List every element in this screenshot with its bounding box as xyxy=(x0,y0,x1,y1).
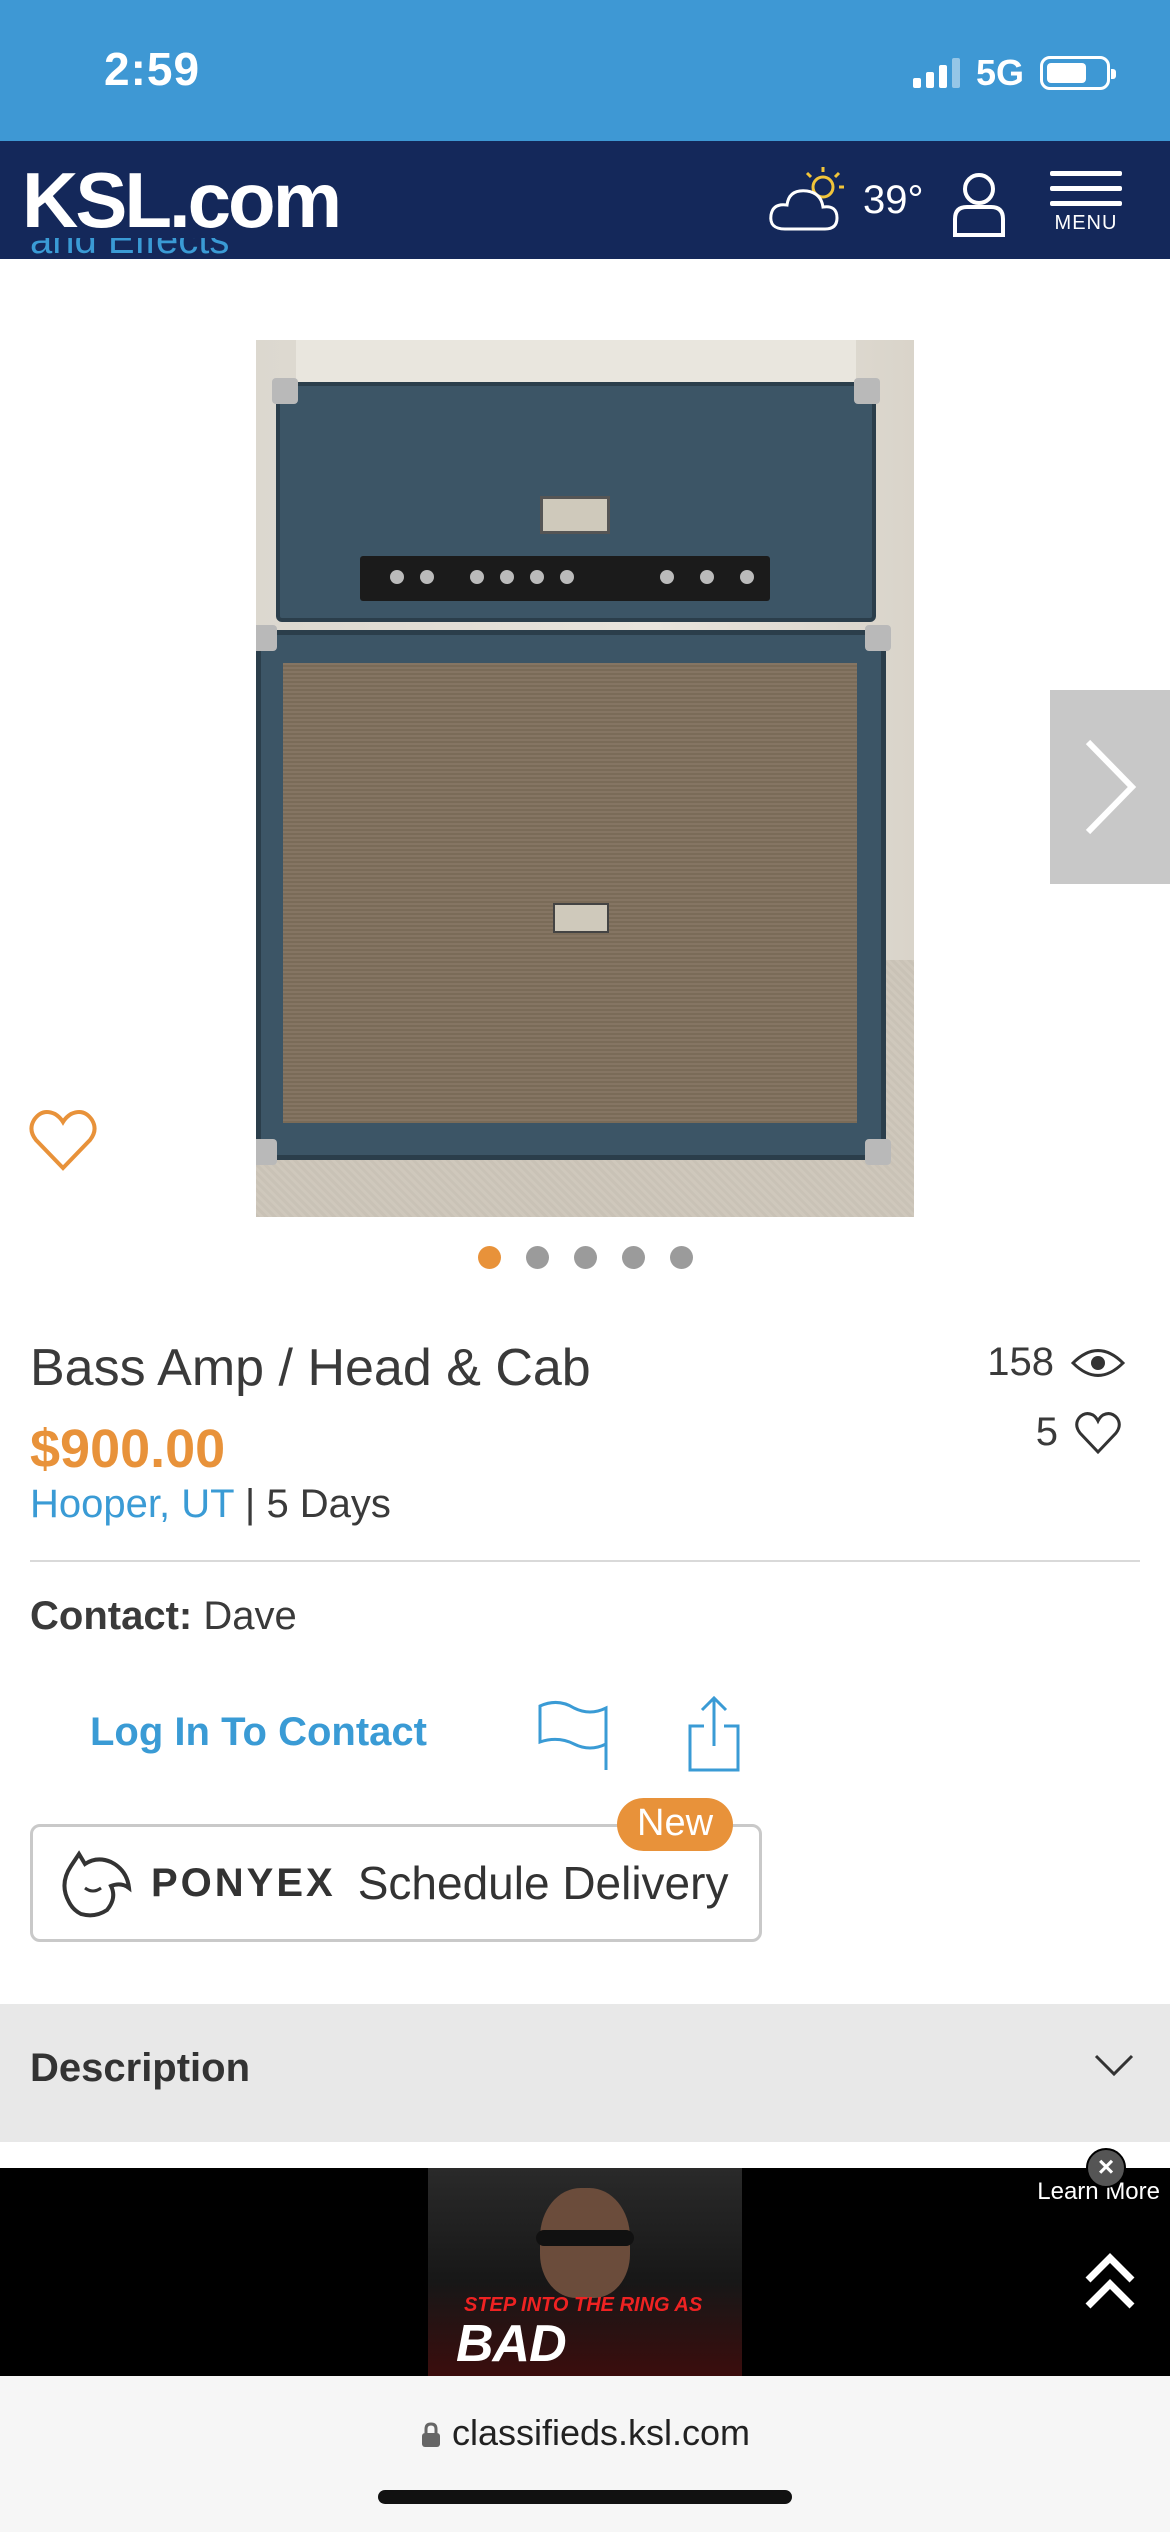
user-icon xyxy=(953,173,1005,237)
view-count: 158 xyxy=(987,1340,1126,1385)
listing-title: Bass Amp / Head & Cab xyxy=(30,1339,591,1397)
login-to-contact-button[interactable]: Log In To Contact xyxy=(90,1710,427,1755)
favorite-count: 5 xyxy=(1036,1410,1122,1455)
chevron-right-icon xyxy=(1085,739,1137,835)
home-indicator[interactable] xyxy=(378,2490,792,2504)
pagination-dot[interactable] xyxy=(477,1246,501,1269)
status-time: 2:59 xyxy=(104,43,201,95)
description-accordion[interactable]: Description xyxy=(0,2004,1170,2142)
listing-meta: Hooper, UT | 5 Days xyxy=(30,1482,391,1526)
amp-logo-badge xyxy=(540,496,610,534)
amp-head xyxy=(272,378,880,622)
browser-address-bar[interactable]: classifieds.ksl.com xyxy=(0,2376,1170,2532)
share-icon xyxy=(688,1695,740,1772)
double-chevron-up-icon xyxy=(1085,2253,1135,2309)
temperature: 39° xyxy=(863,177,924,222)
share-button[interactable] xyxy=(686,1694,742,1779)
description-label: Description xyxy=(30,2046,251,2090)
chevron-down-icon xyxy=(1094,2054,1134,2077)
next-photo-button[interactable] xyxy=(1050,690,1170,884)
heart-outline-icon xyxy=(1075,1411,1121,1454)
listing-location[interactable]: Hooper, UT xyxy=(30,1482,234,1526)
pagination-dot[interactable] xyxy=(669,1246,693,1269)
favorite-button[interactable] xyxy=(28,1108,98,1177)
heart-icon xyxy=(29,1110,97,1171)
menu-label: MENU xyxy=(1054,212,1118,234)
status-indicators: 5G xyxy=(912,52,1116,94)
divider xyxy=(30,1560,1140,1562)
speaker-cabinet xyxy=(256,625,891,1165)
ad-banner[interactable]: STEP INTO THE RING AS BAD BUNNY Learn Mo… xyxy=(0,2148,1170,2376)
ad-close-button[interactable]: × xyxy=(1086,2148,1126,2188)
ponyex-logo-icon xyxy=(62,1850,132,1918)
ksl-logo[interactable]: KSL.com xyxy=(22,155,342,246)
report-button[interactable] xyxy=(536,1700,612,1777)
account-button[interactable] xyxy=(950,171,1008,242)
listing-price: $900.00 xyxy=(30,1419,226,1479)
new-badge: New xyxy=(617,1798,734,1851)
signal-icon xyxy=(912,58,960,88)
pagination-dot[interactable] xyxy=(621,1246,645,1269)
listing-age: 5 Days xyxy=(266,1482,391,1526)
expand-ad-button[interactable] xyxy=(1082,2252,1138,2317)
ad-headline: BAD BUNNY xyxy=(456,2315,637,2376)
hamburger-icon xyxy=(1050,171,1122,206)
schedule-delivery-label: Schedule Delivery xyxy=(357,1857,729,1909)
status-bar: 2:59 5G xyxy=(0,0,1170,141)
url-display[interactable]: classifieds.ksl.com xyxy=(0,2412,1170,2454)
pagination-dot[interactable] xyxy=(525,1246,549,1269)
pagination-dot[interactable] xyxy=(573,1246,597,1269)
seller-contact: Contact: Dave xyxy=(30,1594,297,1638)
weather-widget[interactable]: 39° xyxy=(765,163,924,237)
battery-icon xyxy=(1040,56,1116,90)
lock-icon xyxy=(421,2422,440,2448)
menu-button[interactable]: MENU xyxy=(1050,171,1122,235)
ponyex-brand: PONYEX xyxy=(151,1860,336,1905)
listing-photo[interactable] xyxy=(256,340,914,1217)
network-type: 5G xyxy=(975,52,1024,93)
breadcrumb-category[interactable]: and Effects xyxy=(30,238,229,260)
ad-image[interactable]: STEP INTO THE RING AS BAD BUNNY xyxy=(428,2168,742,2376)
flag-icon xyxy=(538,1701,608,1770)
eye-icon xyxy=(1070,1348,1126,1377)
partly-cloudy-icon xyxy=(769,167,844,231)
gallery-pagination xyxy=(0,1246,1170,1269)
